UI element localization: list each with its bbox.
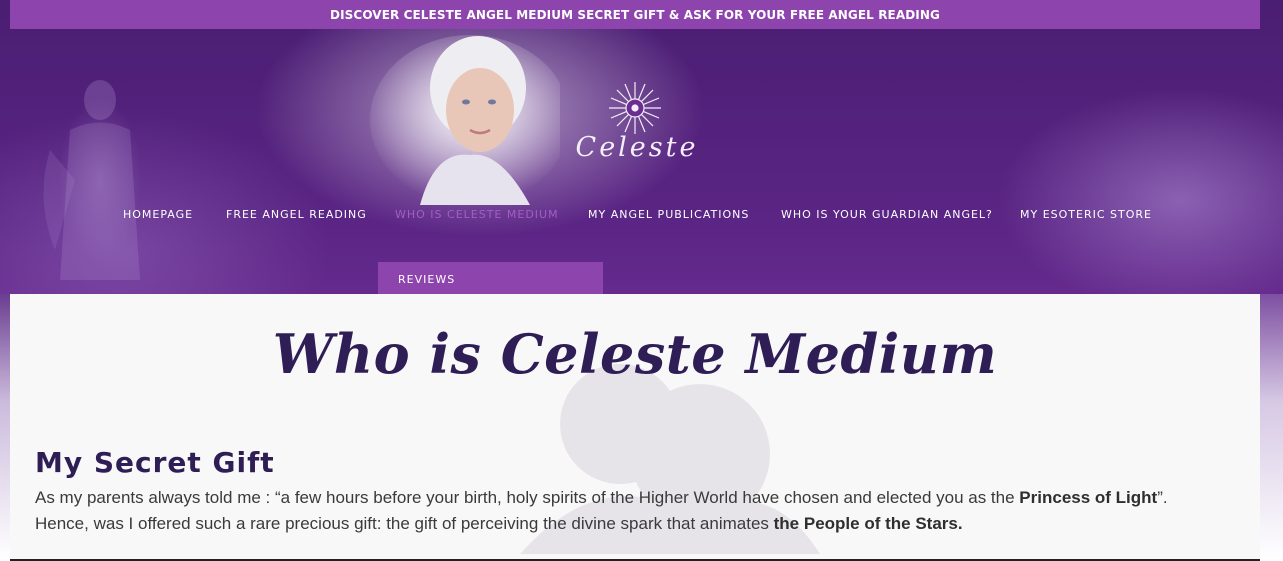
celeste-logo[interactable]: Celeste bbox=[572, 80, 702, 170]
nav-item-my-angel-publications[interactable]: MY ANGEL PUBLICATIONS bbox=[588, 208, 749, 221]
paragraph-1: As my parents always told me : “a few ho… bbox=[35, 488, 1168, 508]
dropdown-item-reviews-label[interactable]: REVIEWS bbox=[398, 273, 455, 286]
nav-item-homepage[interactable]: HOMEPAGE bbox=[123, 208, 193, 221]
main-content: Who is Celeste Medium My Secret Gift As … bbox=[10, 294, 1260, 561]
nav-item-guardian-angel[interactable]: WHO IS YOUR GUARDIAN ANGEL? bbox=[781, 208, 993, 221]
celeste-portrait-image bbox=[360, 30, 570, 205]
paragraph-1-bold: Princess of Light bbox=[1019, 488, 1158, 507]
nav-item-free-angel-reading[interactable]: FREE ANGEL READING bbox=[226, 208, 367, 221]
paragraph-1-text: As my parents always told me : “a few ho… bbox=[35, 488, 1020, 507]
logo-text: Celeste bbox=[575, 132, 699, 163]
side-background-right bbox=[1260, 294, 1283, 561]
main-nav: HOMEPAGE FREE ANGEL READING WHO IS CELES… bbox=[0, 208, 1283, 226]
paragraph-2-bold: the People of the Stars. bbox=[773, 514, 963, 533]
section-title: My Secret Gift bbox=[35, 446, 275, 479]
dropdown-item-reviews[interactable]: REVIEWS bbox=[378, 262, 603, 296]
angel-statue-image bbox=[30, 60, 170, 290]
side-background-left bbox=[0, 294, 10, 561]
nav-item-esoteric-store[interactable]: MY ESOTERIC STORE bbox=[1020, 208, 1152, 221]
top-banner-text[interactable]: DISCOVER CELESTE ANGEL MEDIUM SECRET GIF… bbox=[330, 8, 940, 22]
paragraph-1-end: ”. bbox=[1157, 488, 1168, 507]
star-burst-icon bbox=[609, 82, 661, 134]
page-title: Who is Celeste Medium bbox=[272, 322, 998, 386]
nav-item-who-is-celeste-medium[interactable]: WHO IS CELESTE MEDIUM bbox=[395, 208, 559, 221]
paragraph-2-text: Hence, was I offered such a rare preciou… bbox=[35, 514, 774, 533]
top-banner[interactable]: DISCOVER CELESTE ANGEL MEDIUM SECRET GIF… bbox=[10, 0, 1260, 29]
paragraph-2: Hence, was I offered such a rare preciou… bbox=[35, 514, 963, 534]
